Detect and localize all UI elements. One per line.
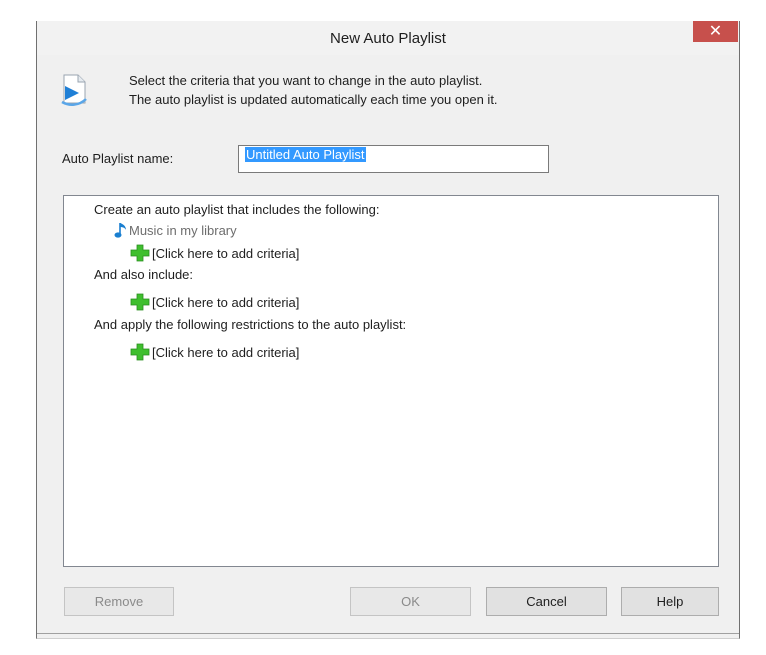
music-library-criterion[interactable]: Music in my library xyxy=(114,221,237,239)
music-note-icon xyxy=(114,223,126,238)
add-plus-icon xyxy=(130,244,150,262)
music-library-label: Music in my library xyxy=(129,222,237,238)
remove-button[interactable]: Remove xyxy=(64,587,174,616)
instruction-line-1: Select the criteria that you want to cha… xyxy=(129,73,483,88)
close-button[interactable]: ✕ xyxy=(693,21,738,42)
new-auto-playlist-dialog: New Auto Playlist ✕ Select the criteria … xyxy=(36,21,740,639)
add-criteria-link-1[interactable]: [Click here to add criteria] xyxy=(130,244,299,262)
cancel-button[interactable]: Cancel xyxy=(486,587,607,616)
add-criteria-label-3: [Click here to add criteria] xyxy=(152,344,300,360)
add-criteria-link-2[interactable]: [Click here to add criteria] xyxy=(130,293,299,311)
playlist-name-label: Auto Playlist name: xyxy=(62,151,174,166)
instruction-line-2: The auto playlist is updated automatical… xyxy=(129,92,498,107)
title-bar: New Auto Playlist ✕ xyxy=(37,21,739,55)
auto-playlist-icon xyxy=(61,74,87,106)
playlist-name-value: Untitled Auto Playlist xyxy=(245,147,366,162)
add-plus-icon xyxy=(130,293,150,311)
restrictions-heading: And apply the following restrictions to … xyxy=(94,317,407,332)
ok-button[interactable]: OK xyxy=(350,587,471,616)
criteria-panel[interactable]: Create an auto playlist that includes th… xyxy=(63,195,719,567)
add-criteria-label-1: [Click here to add criteria] xyxy=(152,245,300,261)
add-criteria-label-2: [Click here to add criteria] xyxy=(152,294,300,310)
bottom-divider xyxy=(37,633,739,634)
include-heading: Create an auto playlist that includes th… xyxy=(94,202,380,217)
dialog-title: New Auto Playlist xyxy=(330,30,446,47)
add-criteria-link-3[interactable]: [Click here to add criteria] xyxy=(130,343,299,361)
add-plus-icon xyxy=(130,343,150,361)
also-include-heading: And also include: xyxy=(94,267,194,282)
help-button[interactable]: Help xyxy=(621,587,719,616)
playlist-name-input[interactable]: Untitled Auto Playlist xyxy=(238,145,549,173)
